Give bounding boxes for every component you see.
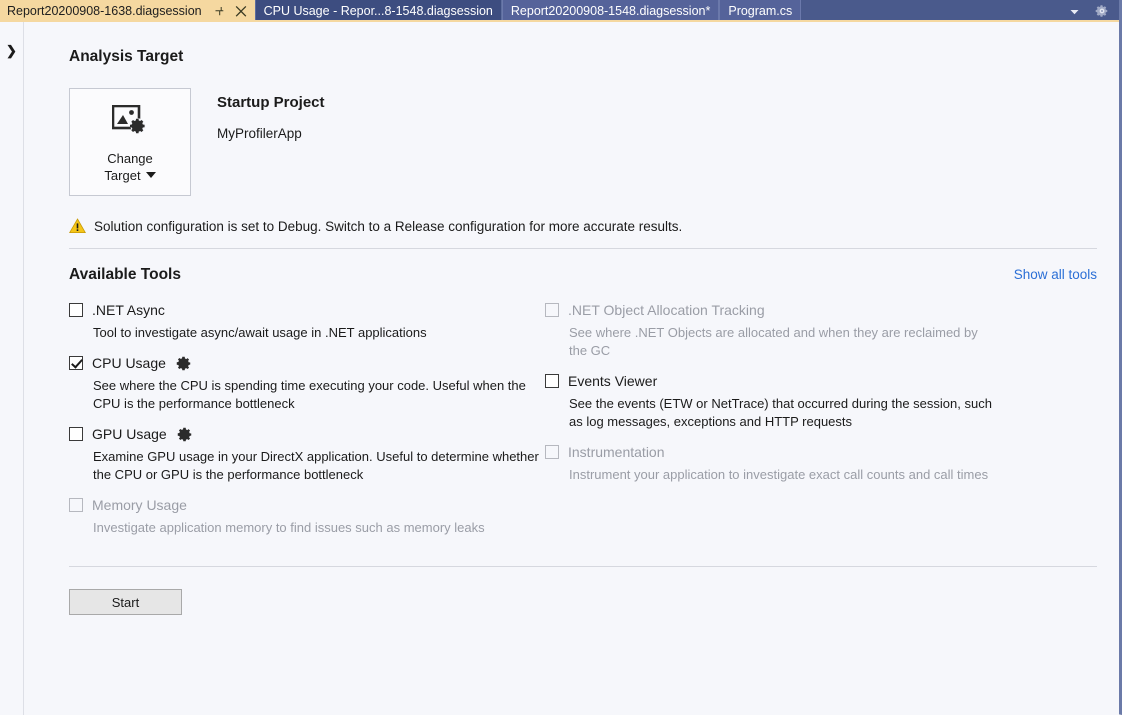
tool-description: See the events (ETW or NetTrace) that oc…: [569, 395, 999, 431]
tool-item: .NET Async Tool to investigate async/awai…: [69, 302, 545, 342]
chevron-down-icon[interactable]: [1068, 5, 1081, 18]
tab-strip: Report20200908-1638.diagsession CPU Usage…: [0, 0, 1119, 22]
profiler-window: Report20200908-1638.diagsession CPU Usage…: [0, 0, 1122, 715]
close-icon[interactable]: [235, 5, 247, 17]
show-all-tools-link[interactable]: Show all tools: [1014, 267, 1097, 282]
tab-item[interactable]: Report20200908-1548.diagsession*: [502, 0, 719, 22]
left-gutter: ❯: [0, 22, 24, 715]
tool-header: Memory Usage: [69, 497, 545, 513]
tool-checkbox[interactable]: [69, 356, 83, 370]
change-target-label-line2: Target: [104, 167, 140, 184]
tab-item[interactable]: CPU Usage - Repor...8-1548.diagsession: [255, 0, 502, 22]
tool-name: .NET Object Allocation Tracking: [568, 302, 765, 318]
main-content: Analysis Target: [24, 22, 1119, 715]
tool-name[interactable]: Events Viewer: [568, 373, 657, 389]
tool-description: See where .NET Objects are allocated and…: [569, 324, 999, 360]
tool-name: Instrumentation: [568, 444, 665, 460]
tool-header: GPU Usage: [69, 426, 545, 442]
tab-item[interactable]: Program.cs: [719, 0, 801, 22]
tool-checkbox[interactable]: [69, 427, 83, 441]
tool-checkbox: [545, 445, 559, 459]
section-divider-bottom: [69, 566, 1097, 567]
available-tools-header: Available Tools Show all tools: [69, 266, 1097, 284]
section-divider-top: [69, 248, 1097, 249]
tool-name[interactable]: CPU Usage: [92, 355, 166, 371]
change-target-label-line1: Change: [107, 150, 153, 167]
tool-item: Instrumentation Instrument your applicati…: [545, 444, 1097, 484]
tool-checkbox: [545, 303, 559, 317]
tool-header: .NET Async: [69, 302, 545, 318]
tool-checkbox: [69, 498, 83, 512]
tool-description: See where the CPU is spending time execu…: [93, 377, 545, 413]
gear-icon[interactable]: [177, 427, 192, 442]
tool-description: Tool to investigate async/await usage in…: [93, 324, 545, 342]
target-kind-label: Startup Project: [217, 94, 325, 111]
tool-name: Memory Usage: [92, 497, 187, 513]
tab-label: Report20200908-1638.diagsession: [7, 0, 202, 22]
change-target-button[interactable]: Change Target: [69, 88, 191, 196]
tab-label: Program.cs: [728, 0, 792, 22]
pin-icon[interactable]: [214, 5, 226, 17]
tool-checkbox[interactable]: [545, 374, 559, 388]
tool-name[interactable]: .NET Async: [92, 302, 165, 318]
tab-strip-controls: [1062, 0, 1119, 22]
warning-triangle-icon: [69, 218, 86, 234]
gear-icon[interactable]: [176, 356, 191, 371]
available-tools-grid: .NET Async Tool to investigate async/awai…: [69, 302, 1097, 550]
change-target-label-line2-row: Target: [104, 167, 155, 184]
tool-item: Events Viewer See the events (ETW or NetT…: [545, 373, 1097, 431]
tab-icon-group: [214, 5, 247, 17]
tool-name[interactable]: GPU Usage: [92, 426, 167, 442]
tool-description: Instrument your application to investiga…: [569, 466, 999, 484]
tools-left-column: .NET Async Tool to investigate async/awai…: [69, 302, 545, 550]
tool-checkbox[interactable]: [69, 303, 83, 317]
tool-item: Memory Usage Investigate application memo…: [69, 497, 545, 537]
expand-sidebar-chevron-icon[interactable]: ❯: [0, 44, 23, 58]
tab-strip-spacer: [801, 0, 1062, 22]
available-tools-heading: Available Tools: [69, 266, 181, 284]
tool-item: GPU Usage Examine GPU usage in your Direc…: [69, 426, 545, 484]
tab-strip-underline: [0, 20, 1119, 22]
tool-header: Events Viewer: [545, 373, 1097, 389]
configuration-warning: Solution configuration is set to Debug. …: [69, 218, 1097, 234]
gear-icon[interactable]: [1095, 4, 1109, 18]
tool-description: Examine GPU usage in your DirectX applic…: [93, 448, 545, 484]
tool-header: CPU Usage: [69, 355, 545, 371]
tool-header: Instrumentation: [545, 444, 1097, 460]
start-button[interactable]: Start: [69, 589, 182, 615]
tool-description: Investigate application memory to find i…: [93, 519, 545, 537]
tool-item: CPU Usage See where the CPU is spending t…: [69, 355, 545, 413]
workspace: ❯ Analysis Target: [0, 22, 1119, 715]
configuration-warning-text: Solution configuration is set to Debug. …: [94, 219, 682, 234]
analysis-target-row: Change Target Startup Project MyProfiler…: [69, 88, 1097, 196]
tab-label: CPU Usage - Repor...8-1548.diagsession: [264, 0, 493, 22]
tab-label: Report20200908-1548.diagsession*: [511, 0, 710, 22]
tab-item[interactable]: Report20200908-1638.diagsession: [0, 0, 255, 22]
analysis-target-heading: Analysis Target: [69, 48, 1097, 66]
picture-settings-icon: [112, 105, 148, 142]
target-name-value: MyProfilerApp: [217, 126, 325, 141]
tool-header: .NET Object Allocation Tracking: [545, 302, 1097, 318]
target-info: Startup Project MyProfilerApp: [217, 88, 325, 141]
tool-item: .NET Object Allocation Tracking See where…: [545, 302, 1097, 360]
tools-right-column: .NET Object Allocation Tracking See where…: [545, 302, 1097, 550]
caret-down-icon: [146, 172, 156, 178]
